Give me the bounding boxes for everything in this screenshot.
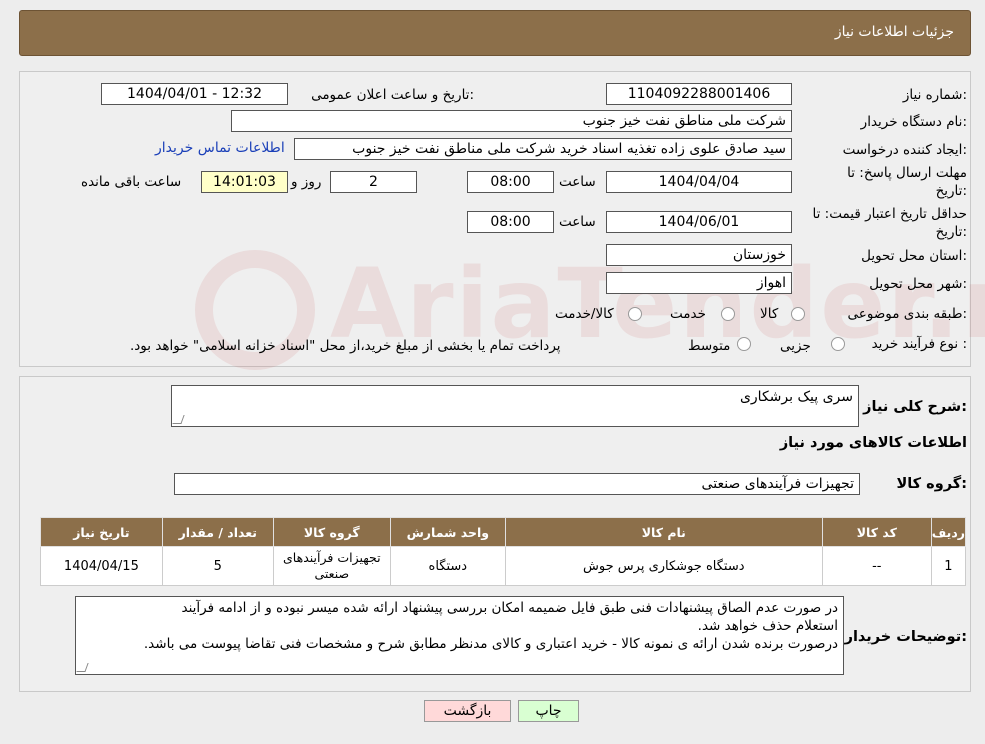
price-validity-label: حداقل تاریخ اعتبار قیمت: تا <box>812 206 967 222</box>
category-goods-label: کالا <box>760 306 779 322</box>
buyer-notes-line-1: در صورت عدم الصاق پیشنهادات فنی طبق فایل… <box>181 600 839 616</box>
category-service-radio[interactable] <box>721 307 735 321</box>
cell-group: تجهیزات فرآیندهای صنعتی <box>272 546 391 586</box>
price-validity-label-line2: تاریخ: <box>935 224 967 240</box>
col-date-header: تاریخ نیاز <box>40 517 163 547</box>
city-label: شهر محل تحویل: <box>869 276 967 292</box>
process-minor-radio[interactable] <box>831 337 845 351</box>
cell-name: دستگاه جوشکاری پرس جوش <box>504 546 823 586</box>
category-goods-radio[interactable] <box>791 307 805 321</box>
goods-group-field: تجهیزات فرآیندهای صنعتی <box>174 473 860 495</box>
cell-qty: 5 <box>161 546 274 586</box>
col-code-header: کد کالا <box>821 517 932 547</box>
deadline-label-line2: تاریخ: <box>935 183 967 199</box>
cell-unit: دستگاه <box>389 546 506 586</box>
col-qty-header: تعداد / مقدار <box>161 517 274 547</box>
deadline-date-field: 1404/04/04 <box>606 171 792 193</box>
announce-datetime-field: 1404/04/01 - 12:32 <box>101 83 288 105</box>
process-medium-label: متوسط <box>688 338 731 354</box>
buyer-notes-line-2: استعلام حذف خواهد شد. <box>697 618 838 634</box>
col-unit-header: واحد شمارش <box>389 517 506 547</box>
cell-date: 1404/04/15 <box>40 546 163 586</box>
process-minor-label: جزیی <box>780 338 811 354</box>
resize-handle-icon[interactable] <box>172 415 185 424</box>
col-name-header: نام کالا <box>504 517 823 547</box>
province-label: استان محل تحویل: <box>861 248 967 264</box>
goods-table-header-row: ردیف کد کالا نام کالا واحد شمارش گروه کا… <box>40 517 967 547</box>
col-row-header: ردیف <box>930 517 967 547</box>
category-goods-service-radio[interactable] <box>628 307 642 321</box>
goods-info-title: اطلاعات کالاهای مورد نیاز <box>779 435 967 451</box>
creator-field: سید صادق علوی زاده تغذیه اسناد خرید شرکت… <box>294 138 792 160</box>
deadline-time-label: ساعت <box>559 174 596 190</box>
summary-label: شرح کلی نیاز: <box>863 399 967 415</box>
resize-handle-icon[interactable] <box>76 663 89 672</box>
category-service-label: خدمت <box>670 306 706 322</box>
city-field: اهواز <box>606 272 792 294</box>
need-number-field: 1104092288001406 <box>606 83 792 105</box>
goods-group-label: گروه کالا: <box>896 476 967 492</box>
col-group-header: گروه کالا <box>272 517 391 547</box>
province-field: خوزستان <box>606 244 792 266</box>
process-medium-radio[interactable] <box>737 337 751 351</box>
buyer-notes-textarea[interactable]: در صورت عدم الصاق پیشنهادات فنی طبق فایل… <box>75 596 844 675</box>
validity-time-label: ساعت <box>559 214 596 230</box>
process-type-label: نوع فرآیند خرید : <box>871 336 967 352</box>
days-remaining-field: 2 <box>330 171 417 193</box>
buyer-org-label: نام دستگاه خریدار: <box>860 114 967 130</box>
buyer-notes-label: توضیحات خریدار: <box>844 629 967 645</box>
page-title: جزئیات اطلاعات نیاز <box>834 24 954 40</box>
category-label: طبقه بندی موضوعی: <box>847 306 967 322</box>
print-button[interactable]: چاپ <box>518 700 579 722</box>
buyer-contact-link[interactable]: اطلاعات تماس خریدار <box>155 140 285 156</box>
back-button[interactable]: بازگشت <box>424 700 511 722</box>
summary-text: سری پیک برشکاری <box>739 389 853 405</box>
remaining-time-label: ساعت باقی مانده <box>81 174 182 190</box>
deadline-label: مهلت ارسال پاسخ: تا <box>847 165 967 181</box>
category-goods-service-label: کالا/خدمت <box>555 306 614 322</box>
table-row: 1 -- دستگاه جوشکاری پرس جوش دستگاه تجهیز… <box>40 546 967 586</box>
remaining-time-field: 14:01:03 <box>201 171 288 193</box>
page-header: جزئیات اطلاعات نیاز <box>19 10 971 56</box>
validity-time-field: 08:00 <box>467 211 554 233</box>
process-note: پرداخت تمام یا بخشی از مبلغ خرید،از محل … <box>130 338 561 354</box>
creator-label: ایجاد کننده درخواست: <box>842 142 967 158</box>
announce-label: تاریخ و ساعت اعلان عمومی: <box>311 87 474 103</box>
cell-row: 1 <box>930 546 967 586</box>
buyer-notes-line-3: درصورت برنده شدن ارائه ی نمونه کالا - خر… <box>143 636 838 652</box>
deadline-time-field: 08:00 <box>467 171 554 193</box>
cell-code: -- <box>821 546 932 586</box>
buyer-org-field: شرکت ملی مناطق نفت خیز جنوب <box>231 110 792 132</box>
need-number-label: شماره نیاز: <box>902 87 967 103</box>
goods-table: ردیف کد کالا نام کالا واحد شمارش گروه کا… <box>40 517 967 586</box>
validity-date-field: 1404/06/01 <box>606 211 792 233</box>
summary-textarea[interactable]: سری پیک برشکاری <box>171 385 859 427</box>
days-label: روز و <box>291 174 322 190</box>
